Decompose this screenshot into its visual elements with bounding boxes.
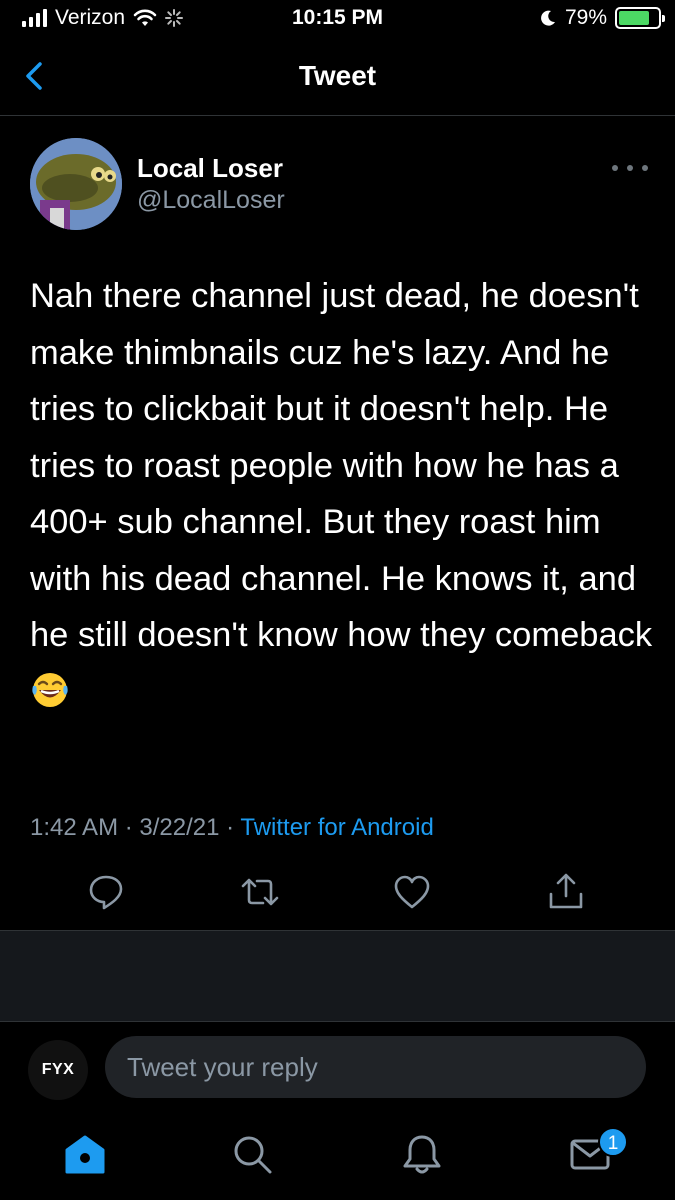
reply-input[interactable] [105,1036,646,1098]
meta-separator: · [219,814,241,841]
search-icon[interactable] [230,1132,274,1176]
tweet-body: Nah there channel just dead, he doesn't … [30,277,653,654]
bottom-nav [0,1112,675,1200]
tweet-time: 1:42 AM [30,814,119,841]
laughing-emoji-icon [32,672,68,707]
tweet-date: 3/22/21 [139,814,220,841]
reply-avatar[interactable]: FYX [28,1040,88,1100]
share-icon[interactable] [546,872,586,912]
tweet-source-link[interactable]: Twitter for Android [240,814,433,841]
moon-icon [541,10,555,26]
tweet-actions [0,872,675,916]
retweet-icon[interactable] [240,872,280,912]
messages-badge: 1 [598,1127,628,1157]
tweet-header: Tweet [0,40,675,116]
reply-icon[interactable] [86,872,126,912]
avatar-image [30,138,122,230]
avatar[interactable] [30,138,122,230]
like-icon[interactable] [392,872,432,912]
status-right: 79% [539,6,665,30]
meta-separator: · [118,814,140,841]
display-name[interactable]: Local Loser [137,153,283,184]
user-handle[interactable]: @LocalLoser [137,186,285,215]
status-bar: Verizon 10:15 PM 79% [0,0,675,40]
battery-fill [619,11,650,25]
page-title: Tweet [298,60,377,91]
notifications-icon[interactable] [400,1132,444,1176]
battery-percent: 79% [564,6,607,29]
section-divider [0,930,675,1022]
tweet-meta: 1:42 AM · 3/22/21 · Twitter for Android [30,814,434,842]
more-options-icon[interactable] [612,160,648,176]
tweet-text: Nah there channel just dead, he doesn't … [30,268,655,720]
battery-charging-icon [615,7,665,29]
home-icon[interactable] [63,1132,107,1176]
